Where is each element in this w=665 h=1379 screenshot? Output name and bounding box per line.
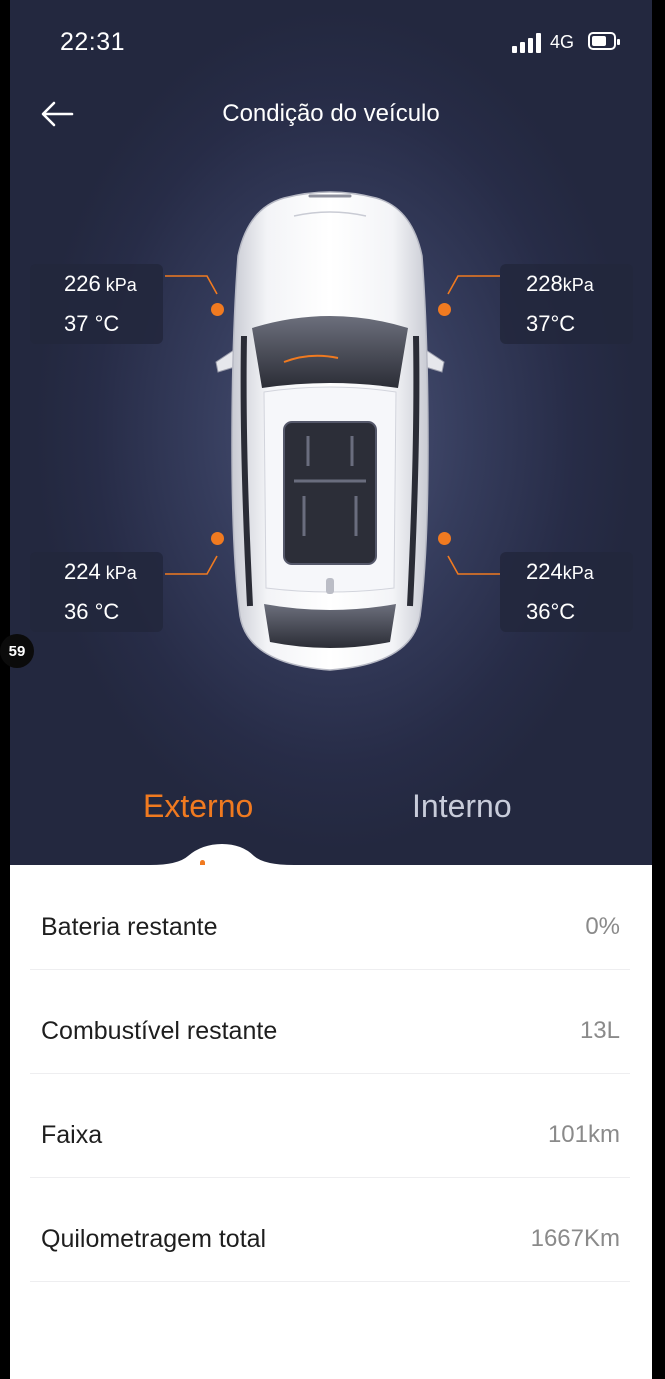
detail-value: 1667Km xyxy=(530,1225,620,1252)
tire-rear-left-pressure: 224 kPa xyxy=(64,559,137,584)
tire-front-right-leader-line xyxy=(447,275,500,295)
network-type: 4G xyxy=(550,32,575,52)
detail-label: Faixa xyxy=(41,1121,103,1149)
list-item-fuel: Combustível restante 13L xyxy=(30,969,630,1074)
tire-front-left-readout: 226 kPa 37 °C xyxy=(30,264,163,344)
floating-counter-badge[interactable]: 59 xyxy=(0,634,34,668)
detail-value: 0% xyxy=(585,913,620,940)
car-top-view-image xyxy=(215,191,445,671)
tire-front-right-temperature: 37°C xyxy=(526,311,576,336)
tire-front-right-readout: 228kPa 37°C xyxy=(500,264,633,344)
tire-front-right-marker xyxy=(438,303,451,316)
tire-front-left-marker xyxy=(211,303,224,316)
list-item-total-mileage: Quilometragem total 1667Km xyxy=(30,1177,630,1282)
signal-icon xyxy=(512,33,546,53)
detail-label: Combustível restante xyxy=(41,1017,278,1045)
status-time: 22:31 xyxy=(60,28,126,56)
detail-label: Quilometragem total xyxy=(41,1225,267,1253)
tire-front-left-pressure: 226 kPa xyxy=(64,271,137,296)
tire-rear-right-temperature: 36°C xyxy=(526,599,576,624)
tire-rear-right-marker xyxy=(438,532,451,545)
battery-icon xyxy=(588,32,620,50)
tire-front-right-pressure: 228kPa xyxy=(526,271,594,296)
tab-externo[interactable]: Externo xyxy=(143,788,253,825)
tire-rear-left-readout: 224 kPa 36 °C xyxy=(30,552,163,632)
list-item-battery: Bateria restante 0% xyxy=(30,865,630,970)
tire-rear-right-pressure: 224kPa xyxy=(526,559,594,584)
tire-front-left-temperature: 37 °C xyxy=(64,311,120,336)
tire-rear-right-readout: 224kPa 36°C xyxy=(500,552,633,632)
tire-rear-left-temperature: 36 °C xyxy=(64,599,120,624)
detail-value: 101km xyxy=(547,1121,620,1148)
tab-interno[interactable]: Interno xyxy=(412,788,512,825)
list-item-range: Faixa 101km xyxy=(30,1073,630,1178)
detail-label: Bateria restante xyxy=(41,913,218,941)
vehicle-hero-panel: 22:31 4G Condição do veículo 226 kPa 37 … xyxy=(10,0,652,865)
phone-screen: 22:31 4G Condição do veículo 226 kPa 37 … xyxy=(10,0,652,1379)
detail-value: 13L xyxy=(579,1017,620,1044)
tire-rear-left-marker xyxy=(211,532,224,545)
vehicle-details-list: Bateria restante 0% Combustível restante… xyxy=(10,865,652,1379)
status-bar: 22:31 4G xyxy=(10,0,652,88)
page-title: Condição do veículo xyxy=(222,100,440,127)
